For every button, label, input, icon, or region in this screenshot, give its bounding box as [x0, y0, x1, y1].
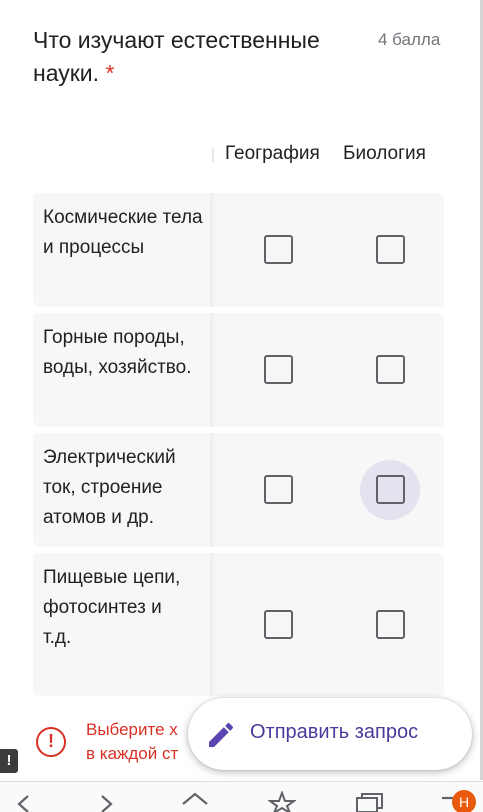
- column-header-geography: География: [225, 143, 320, 164]
- row-label: Электрический ток, строение атомов и др.: [43, 447, 176, 528]
- row-label: Горные породы, воды, хозяйство.: [43, 327, 192, 378]
- row-label-shade: [210, 553, 216, 696]
- back-icon[interactable]: [14, 795, 34, 812]
- column-header-biology: Биология: [343, 143, 426, 164]
- checkbox-row3-geography[interactable]: [264, 475, 293, 504]
- side-tab[interactable]: !: [0, 749, 18, 773]
- grid-row-4: Пищевые цепи, фотосинтез и т.д.: [33, 553, 444, 696]
- checkbox-row1-biology[interactable]: [376, 235, 405, 264]
- row-label-shade: [210, 193, 216, 307]
- forward-icon[interactable]: [96, 795, 116, 812]
- checkbox-row1-geography[interactable]: [264, 235, 293, 264]
- column-header-divider: [212, 148, 214, 162]
- grid-row-1: Космические тела и процессы: [33, 193, 444, 307]
- checkbox-row4-biology[interactable]: [376, 610, 405, 639]
- checkbox-row2-geography[interactable]: [264, 355, 293, 384]
- submit-request-label: Отправить запрос: [250, 721, 419, 743]
- checkbox-row3-biology[interactable]: [376, 475, 405, 504]
- browser-nav-bar: [0, 781, 483, 812]
- notification-badge[interactable]: Н: [452, 790, 476, 812]
- row-label: Космические тела и процессы: [43, 207, 203, 258]
- home-icon[interactable]: [180, 792, 210, 812]
- star-icon[interactable]: [268, 791, 296, 812]
- tabs-icon[interactable]: [354, 791, 384, 812]
- question-points: 4 балла: [378, 30, 441, 49]
- question-title-text: Что изучают естественные науки.: [33, 27, 320, 86]
- submit-request-button[interactable]: Отправить запрос: [188, 698, 472, 770]
- grid-row-3: Электрический ток, строение атомов и др.: [33, 433, 444, 547]
- question-title: Что изучают естественные науки. *: [33, 24, 353, 90]
- grid-row-2: Горные породы, воды, хозяйство.: [33, 313, 444, 427]
- row-label: Пищевые цепи, фотосинтез и т.д.: [43, 567, 181, 648]
- row-label-shade: [210, 313, 216, 427]
- validation-error-line-2: в каждой ст: [86, 744, 179, 763]
- pencil-icon: [209, 722, 234, 747]
- required-star: *: [105, 60, 115, 86]
- checkbox-row2-biology[interactable]: [376, 355, 405, 384]
- exclamation-circle-icon: !: [36, 727, 66, 757]
- checkbox-row4-geography[interactable]: [264, 610, 293, 639]
